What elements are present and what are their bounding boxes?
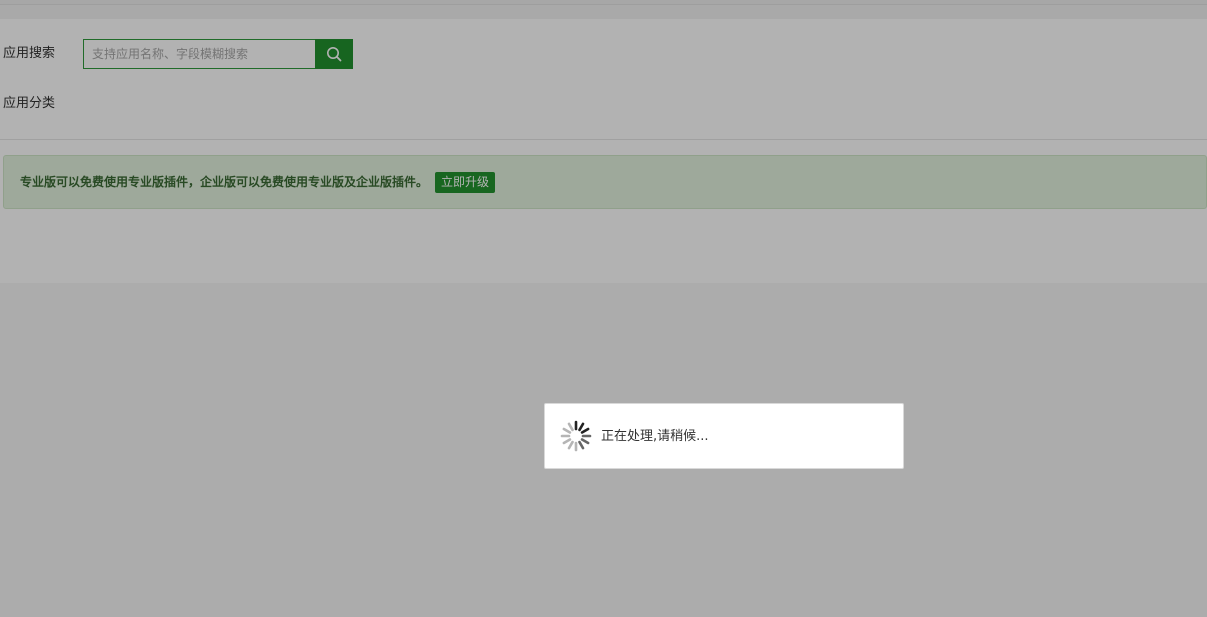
loading-spinner-icon xyxy=(560,420,592,452)
spinner-spoke xyxy=(562,438,572,445)
spinner-spoke xyxy=(578,440,585,450)
spinner-spoke xyxy=(562,427,572,434)
modal-overlay xyxy=(0,0,1207,617)
loading-message: 正在处理,请稍候... xyxy=(601,429,709,444)
spinner-spoke xyxy=(567,422,574,432)
loading-dialog: 正在处理,请稍候... xyxy=(544,403,904,469)
spinner-spoke xyxy=(580,427,590,434)
spinner-spoke xyxy=(567,440,574,450)
spinner-spoke xyxy=(580,438,590,445)
spinner-spoke xyxy=(578,422,585,432)
